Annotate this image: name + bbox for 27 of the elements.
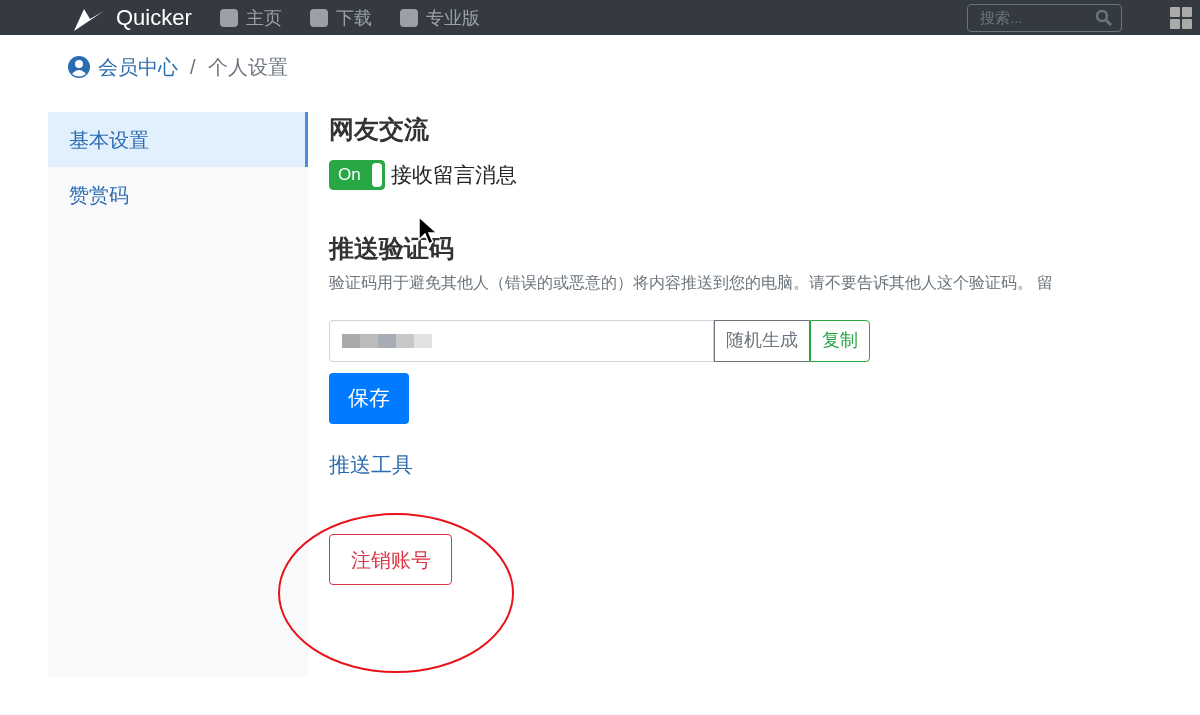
toggle-switch[interactable]: On: [329, 159, 385, 190]
nav-link[interactable]: 主页: [219, 5, 282, 30]
nav-icon: [399, 8, 418, 27]
push-tool-link[interactable]: 推送工具: [329, 452, 413, 476]
code-input-field[interactable]: [329, 319, 714, 362]
breadcrumb-current: 个人设置: [207, 55, 288, 80]
description-text: 验证码用于避免其他人（错误的或恶意的）将内容推送到您的电脑。请不要告诉其他人这个验证码。 留: [329, 272, 1055, 293]
copy-button[interactable]: 复制: [810, 319, 870, 362]
search-icon: [1096, 9, 1112, 26]
delete-account-button[interactable]: 注销账号: [329, 534, 452, 585]
user-icon: [68, 56, 90, 78]
brand-link[interactable]: Quicker: [116, 4, 192, 31]
sidebar-item[interactable]: 基本设置: [48, 112, 308, 167]
section-title: 网友交流: [329, 114, 430, 145]
nav-link[interactable]: 专业版: [399, 5, 480, 30]
breadcrumb-link[interactable]: 会员中心: [98, 52, 178, 82]
generate-button[interactable]: 随机生成: [714, 319, 810, 362]
toggle-label: 接收留言消息: [391, 162, 517, 188]
section-title: 推送验证码: [329, 232, 455, 264]
sidebar-item[interactable]: 赞赏码: [48, 167, 308, 222]
search-field[interactable]: 搜索...: [967, 3, 1122, 32]
nav-icon: [219, 8, 238, 27]
nav-icon: [309, 8, 328, 27]
nav-link[interactable]: 下载: [309, 5, 372, 30]
grid-icon[interactable]: [1170, 6, 1192, 29]
save-button[interactable]: 保存: [329, 372, 409, 424]
breadcrumb-separator: /: [190, 55, 196, 80]
